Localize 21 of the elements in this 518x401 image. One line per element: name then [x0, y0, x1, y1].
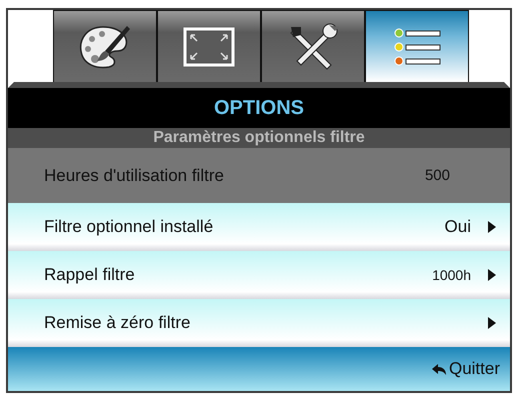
exit-button[interactable]: Quitter	[432, 359, 500, 379]
row-value: Oui	[444, 217, 471, 237]
return-icon	[432, 364, 446, 374]
menu-tab[interactable]	[365, 10, 469, 82]
menu-title: OPTIONS	[8, 88, 510, 128]
submenu-title: Paramètres optionnels filtre	[8, 128, 510, 148]
menu-tab[interactable]	[157, 10, 261, 82]
row-value: 1000h	[432, 267, 471, 283]
row-label: Remise à zéro filtre	[44, 313, 192, 333]
arrow-icon	[487, 221, 496, 233]
menu-tab[interactable]	[53, 10, 157, 82]
arrow-icon	[487, 317, 496, 329]
row-label: Rappel filtre	[44, 265, 136, 285]
menu-row[interactable]: Remise à zéro filtre	[8, 299, 510, 347]
row-label: Heures d'utilisation filtre	[44, 166, 225, 186]
menu-row[interactable]: Filtre optionnel installé Oui	[8, 203, 510, 251]
menu-tab[interactable]	[261, 10, 365, 82]
arrow-icon	[487, 269, 496, 281]
row-value: 500	[424, 167, 450, 184]
row-label: Filtre optionnel installé	[44, 217, 214, 237]
menu-row[interactable]: Rappel filtre 1000h	[8, 251, 510, 299]
